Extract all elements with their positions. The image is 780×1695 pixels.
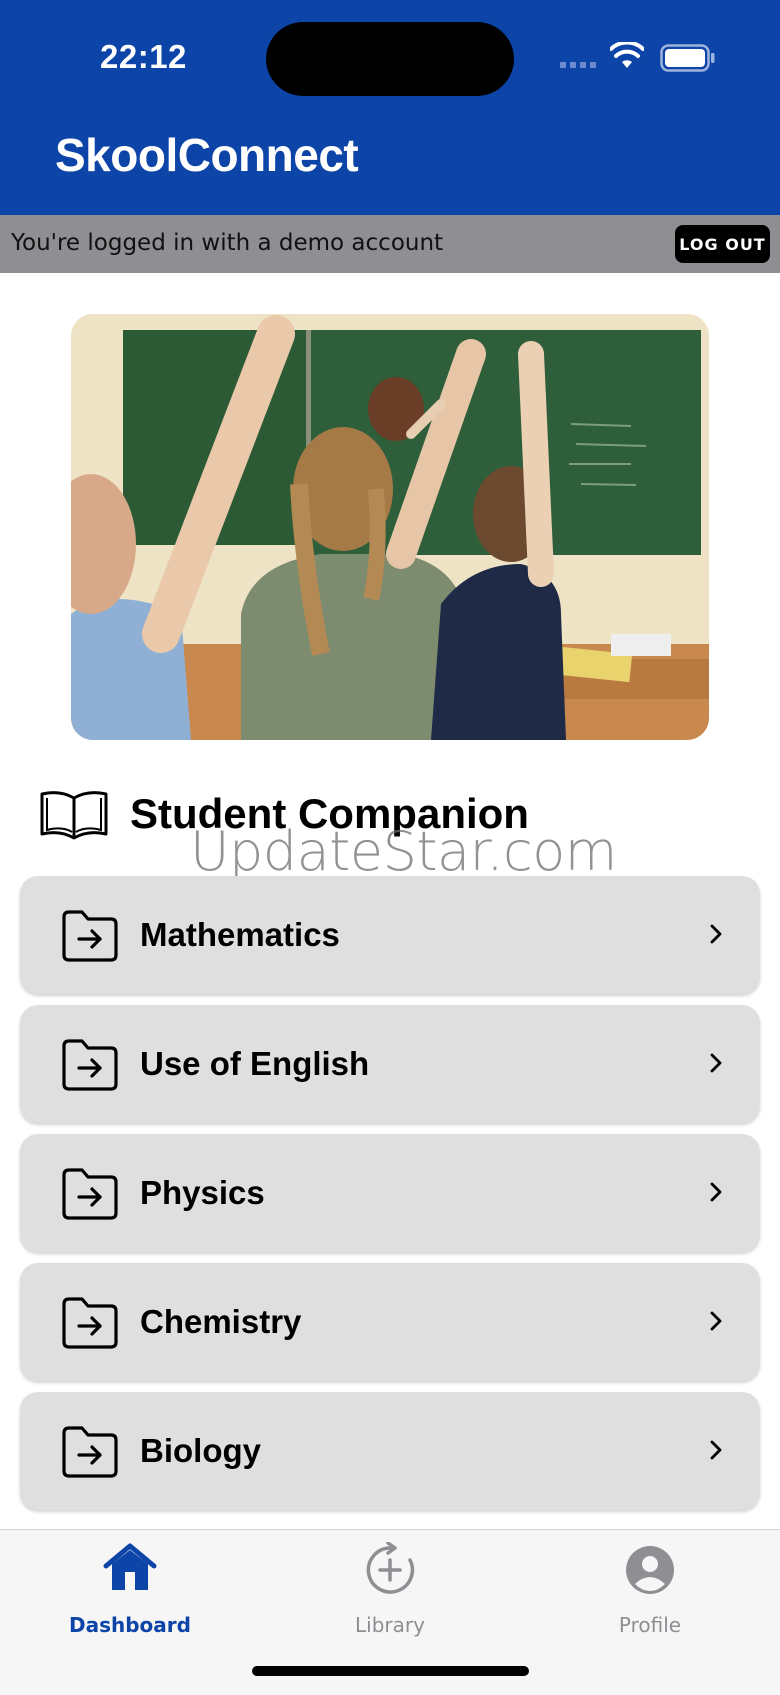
folder-arrow-icon bbox=[62, 1039, 118, 1091]
subject-item-use-of-english[interactable]: Use of English bbox=[20, 1005, 760, 1123]
home-indicator[interactable] bbox=[252, 1666, 529, 1676]
subject-label: Use of English bbox=[140, 1045, 370, 1082]
demo-account-banner: You're logged in with a demo account LOG… bbox=[0, 215, 780, 273]
tab-label: Profile bbox=[618, 1613, 682, 1637]
subject-label: Chemistry bbox=[140, 1303, 302, 1340]
battery-icon bbox=[660, 44, 715, 72]
chevron-right-icon bbox=[710, 1053, 722, 1073]
hero-image bbox=[71, 314, 709, 740]
folder-arrow-icon bbox=[62, 1168, 118, 1220]
chevron-right-icon bbox=[710, 924, 722, 944]
wifi-icon bbox=[610, 42, 644, 68]
classroom-photo bbox=[71, 314, 709, 740]
subject-label: Biology bbox=[140, 1432, 261, 1469]
tab-label: Dashboard bbox=[69, 1613, 191, 1637]
logout-button[interactable]: LOG OUT bbox=[675, 225, 770, 263]
folder-arrow-icon bbox=[62, 1297, 118, 1349]
app-header: 22:12 SkoolConnect bbox=[0, 0, 780, 215]
demo-account-message: You're logged in with a demo account bbox=[11, 230, 444, 256]
app-title: SkoolConnect bbox=[55, 129, 359, 181]
home-icon bbox=[103, 1543, 157, 1590]
book-icon bbox=[40, 791, 108, 840]
dynamic-island bbox=[266, 22, 514, 96]
cellular-signal-icon bbox=[560, 62, 596, 68]
subject-label: Physics bbox=[140, 1174, 265, 1211]
subject-item-mathematics[interactable]: Mathematics bbox=[20, 876, 760, 994]
chevron-right-icon bbox=[710, 1182, 722, 1202]
status-time: 22:12 bbox=[100, 38, 187, 75]
tab-profile[interactable]: Profile bbox=[550, 1530, 750, 1650]
chevron-right-icon bbox=[710, 1440, 722, 1460]
subject-label: Mathematics bbox=[140, 916, 340, 953]
tab-label: Library bbox=[355, 1613, 425, 1637]
add-circle-icon bbox=[366, 1542, 415, 1594]
subject-item-chemistry[interactable]: Chemistry bbox=[20, 1263, 760, 1381]
tab-dashboard[interactable]: Dashboard bbox=[30, 1530, 230, 1650]
chevron-right-icon bbox=[710, 1311, 722, 1331]
folder-arrow-icon bbox=[62, 910, 118, 962]
folder-arrow-icon bbox=[62, 1426, 118, 1478]
tab-library[interactable]: Library bbox=[290, 1530, 490, 1650]
subject-list: Mathematics Use of English Physics Chemi… bbox=[20, 876, 760, 1521]
subject-item-biology[interactable]: Biology bbox=[20, 1392, 760, 1510]
person-icon bbox=[626, 1546, 674, 1594]
subject-item-physics[interactable]: Physics bbox=[20, 1134, 760, 1252]
watermark: UpdateStar.com bbox=[190, 820, 617, 883]
